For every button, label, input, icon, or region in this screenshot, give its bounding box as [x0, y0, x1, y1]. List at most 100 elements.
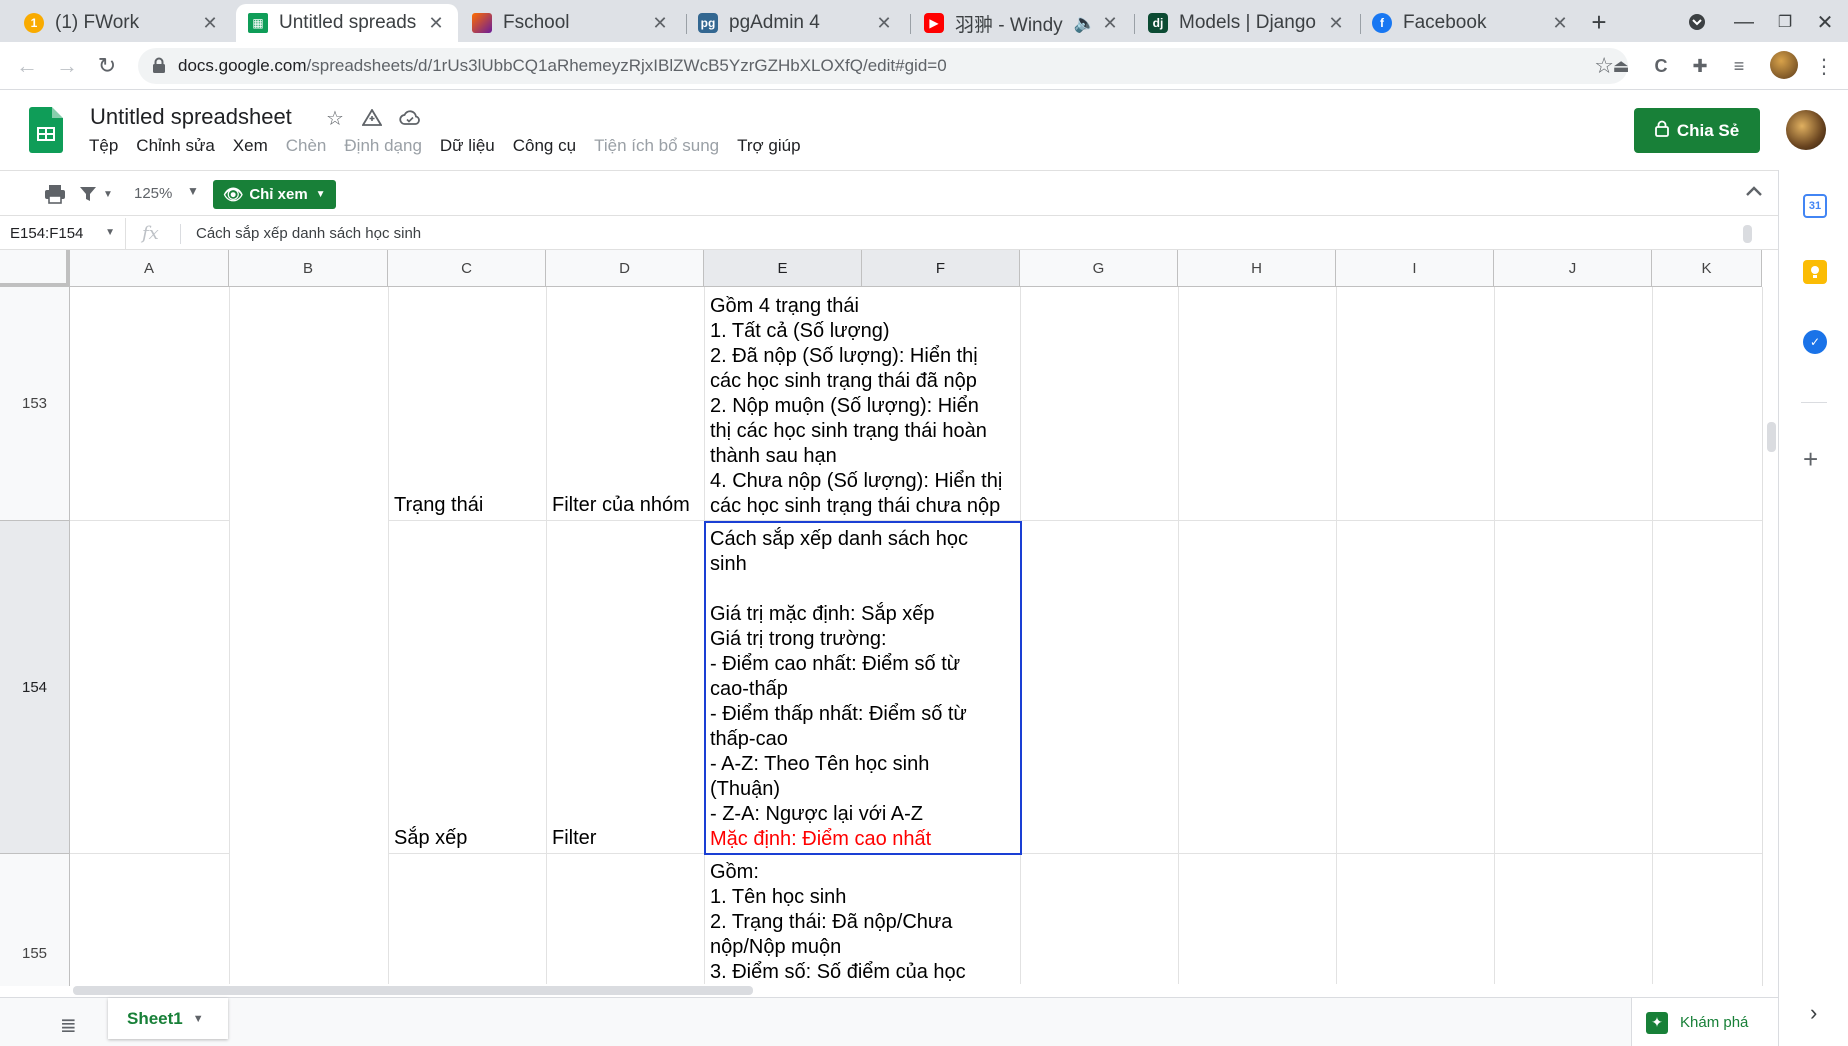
close-tab-icon[interactable]: ✕: [1100, 13, 1120, 34]
name-box-dropdown-icon[interactable]: ▼: [105, 227, 115, 238]
row-header-154[interactable]: 154: [0, 521, 70, 854]
keep-icon[interactable]: [1803, 260, 1827, 284]
select-all-corner[interactable]: [0, 250, 70, 287]
column-header-f[interactable]: F: [862, 250, 1020, 287]
facebook-icon: f: [1372, 13, 1392, 33]
sheets-logo[interactable]: [29, 107, 63, 153]
share-button[interactable]: Chia Sẻ: [1634, 108, 1760, 153]
document-title[interactable]: Untitled spreadsheet: [90, 104, 292, 130]
show-side-panel-icon[interactable]: ›: [1810, 1000, 1817, 1026]
tab-pgadmin[interactable]: pg pgAdmin 4 ✕: [686, 4, 906, 42]
extensions-puzzle-icon[interactable]: ✚: [1688, 54, 1712, 78]
cell-d153[interactable]: Filter của nhóm: [547, 287, 704, 520]
column-header-g[interactable]: G: [1020, 250, 1178, 287]
tab-search-icon[interactable]: [1683, 8, 1711, 36]
account-avatar[interactable]: [1786, 110, 1826, 150]
close-tab-icon[interactable]: ✕: [1326, 13, 1346, 34]
menu-file[interactable]: Tệp: [89, 136, 118, 160]
horizontal-scroll-thumb[interactable]: [73, 986, 753, 995]
collapse-menus-icon[interactable]: [1745, 181, 1763, 202]
url-text: docs.google.com/spreadsheets/d/1rUs3lUbb…: [178, 56, 947, 75]
menu-edit[interactable]: Chỉnh sửa: [136, 136, 214, 160]
menu-view[interactable]: Xem: [233, 136, 268, 160]
column-header-b[interactable]: B: [229, 250, 388, 287]
spreadsheet-grid[interactable]: A B C D E F G H I J K 153 154 155 Trạng …: [0, 250, 1778, 986]
cell-e154[interactable]: Cách sắp xếp danh sách học sinh Giá trị …: [705, 527, 1020, 853]
media-queue-icon[interactable]: ≡: [1727, 54, 1751, 78]
cell-e153[interactable]: Gồm 4 trạng thái 1. Tất cả (Số lượng) 2.…: [705, 294, 1020, 520]
formula-scrollbar[interactable]: [1743, 225, 1752, 243]
tab-django[interactable]: dj Models | Django ✕: [1136, 4, 1358, 42]
cell-d154[interactable]: Filter: [547, 521, 704, 853]
filter-dropdown-icon[interactable]: ▼: [103, 189, 113, 200]
column-header-h[interactable]: H: [1178, 250, 1336, 287]
address-bar[interactable]: docs.google.com/spreadsheets/d/1rUs3lUbb…: [138, 48, 1628, 84]
row-header-153[interactable]: 153: [0, 287, 70, 521]
cell-e155[interactable]: Gồm: 1. Tên học sinh 2. Trạng thái: Đã n…: [705, 860, 1020, 986]
cell-text-line: 1. Tên học sinh: [710, 886, 847, 908]
cell-c154[interactable]: Sắp xếp: [389, 521, 546, 853]
zoom-select[interactable]: 125%: [134, 185, 172, 202]
menu-insert[interactable]: Chèn: [286, 136, 327, 160]
column-header-i[interactable]: I: [1336, 250, 1494, 287]
sheet-tab-sheet1[interactable]: Sheet1 ▼: [108, 998, 228, 1039]
forward-icon[interactable]: →: [52, 51, 82, 81]
reload-icon[interactable]: ↻: [92, 51, 122, 81]
back-icon[interactable]: ←: [12, 51, 42, 81]
restore-icon[interactable]: ❐: [1771, 8, 1799, 36]
cell-text-line: [710, 577, 1015, 602]
print-icon[interactable]: [44, 182, 66, 206]
tab-facebook[interactable]: f Facebook ✕: [1360, 4, 1582, 42]
close-tab-icon[interactable]: ✕: [650, 13, 670, 34]
vertical-scroll-thumb[interactable]: [1767, 422, 1776, 452]
move-to-drive-icon[interactable]: [360, 106, 384, 130]
all-sheets-icon[interactable]: ≣: [60, 1013, 77, 1038]
tab-fwork[interactable]: 1 (1) FWork ✕: [12, 4, 232, 42]
close-tab-icon[interactable]: ✕: [200, 13, 220, 34]
cell-text-line: nộp/Nộp muộn: [710, 936, 842, 958]
column-header-j[interactable]: J: [1494, 250, 1652, 287]
cloud-saved-icon[interactable]: [398, 106, 422, 130]
menu-format[interactable]: Định dạng: [344, 136, 422, 160]
cell-c153[interactable]: Trạng thái: [389, 287, 546, 520]
cell-text-line: - Z-A: Ngược lại với A-Z: [710, 803, 923, 825]
sheet-tab-dropdown-icon[interactable]: ▼: [193, 1013, 204, 1025]
vertical-scrollbar[interactable]: [1762, 287, 1778, 986]
menu-addons[interactable]: Tiện ích bổ sung: [594, 136, 719, 160]
explore-button[interactable]: ✦ Khám phá: [1631, 998, 1778, 1046]
menu-data[interactable]: Dữ liệu: [440, 136, 495, 160]
tab-untitled-spreadsheet[interactable]: ▦ Untitled spreads ✕: [236, 4, 458, 42]
menu-help[interactable]: Trợ giúp: [737, 136, 800, 160]
close-tab-icon[interactable]: ✕: [1550, 13, 1570, 34]
tab-title: Fschool: [503, 12, 570, 33]
new-tab-button[interactable]: +: [1585, 7, 1613, 37]
speaker-icon[interactable]: 🔈: [1070, 13, 1100, 34]
column-header-d[interactable]: D: [546, 250, 704, 287]
extension-c-icon[interactable]: C: [1649, 54, 1673, 78]
column-header-c[interactable]: C: [388, 250, 546, 287]
window-close-icon[interactable]: ✕: [1811, 8, 1839, 36]
chrome-menu-icon[interactable]: ⋮: [1812, 54, 1836, 78]
profile-avatar[interactable]: [1770, 51, 1798, 79]
column-header-a[interactable]: A: [70, 250, 229, 287]
add-addon-icon[interactable]: +: [1803, 444, 1818, 475]
zoom-dropdown-icon[interactable]: ▼: [187, 184, 199, 198]
name-box[interactable]: E154:F154 ▼: [0, 218, 126, 250]
formula-input[interactable]: Cách sắp xếp danh sách học sinh: [196, 225, 421, 242]
close-tab-icon[interactable]: ✕: [874, 13, 894, 34]
close-tab-icon[interactable]: ✕: [426, 13, 446, 34]
lock-icon[interactable]: [152, 57, 166, 79]
calendar-icon[interactable]: 31: [1803, 194, 1827, 218]
tab-youtube[interactable]: ▶ 羽翀 - Windy 🔈 ✕: [912, 4, 1132, 42]
menu-tools[interactable]: Công cụ: [513, 136, 576, 160]
column-header-e[interactable]: E: [704, 250, 862, 287]
tab-fschool[interactable]: Fschool ✕: [460, 4, 682, 42]
filter-icon[interactable]: ▼: [79, 182, 113, 206]
extension-tray-icon[interactable]: ⏏: [1609, 54, 1633, 78]
star-icon[interactable]: ☆: [323, 106, 347, 130]
view-only-button[interactable]: 👁 Chỉ xem ▼: [213, 180, 336, 209]
column-header-k[interactable]: K: [1652, 250, 1762, 287]
minimize-icon[interactable]: —: [1730, 8, 1758, 36]
row-header-155[interactable]: 155: [0, 854, 70, 986]
tasks-icon[interactable]: ✓: [1803, 330, 1827, 354]
